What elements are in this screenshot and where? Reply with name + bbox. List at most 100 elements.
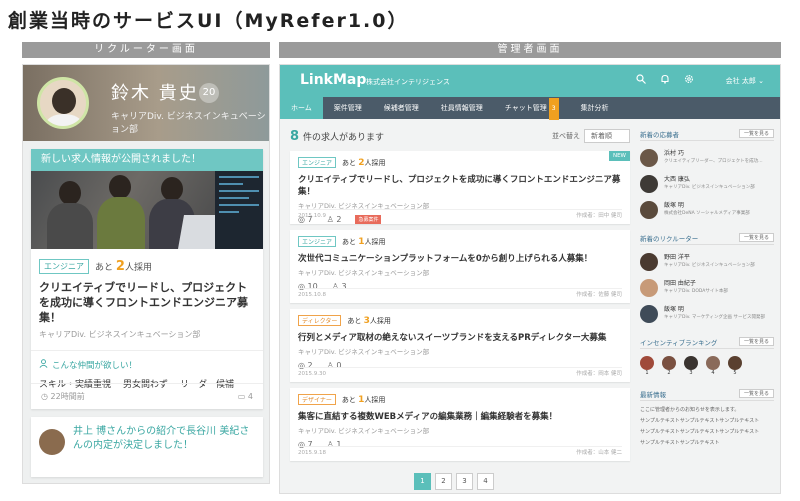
- referrals-stat: ♙ 3: [331, 282, 347, 291]
- views-stat: ◎ 10: [298, 282, 318, 291]
- person-icon: ♙: [326, 440, 334, 449]
- job-title[interactable]: クリエイティブでリードし、プロジェクトを成功に導くフロントエンドエンジニア募集！: [298, 173, 622, 197]
- notice-banner: 新しい求人情報が公開されました！: [31, 149, 263, 171]
- page-button[interactable]: 1: [414, 473, 431, 490]
- nav-employees[interactable]: 社員情報管理: [430, 97, 494, 119]
- recruiter-screen-label: リクルーター画面: [22, 42, 270, 58]
- nav-jobs[interactable]: 案件管理: [323, 97, 373, 119]
- gear-icon[interactable]: [684, 74, 694, 87]
- job-list-item[interactable]: ディレクター あと 3人採用 行列とメディア取材の絶えないスイーツブランドを支える…: [290, 309, 630, 382]
- view-all-button[interactable]: 一覧を見る: [738, 337, 774, 346]
- referral-count-badge: 20: [199, 83, 219, 103]
- job-list-item[interactable]: NEW エンジニア あと 2人採用 クリエイティブでリードし、プロジェクトを成功に…: [290, 151, 630, 224]
- avatar: [640, 305, 658, 323]
- avatar: [640, 201, 658, 219]
- search-icon[interactable]: [636, 74, 646, 87]
- person-item[interactable]: 大西 康弘 キャリアDiv. ビジネスインキュベーション部: [640, 171, 774, 197]
- person-icon: ♙: [326, 361, 334, 370]
- new-badge: NEW: [608, 151, 630, 161]
- person-item[interactable]: 飯塚 明キャリアDiv. マーケティング企画 サービス開発部: [640, 301, 774, 327]
- slide-title: 創業当時のサービスUI（MyRefer1.0）: [8, 10, 409, 32]
- nav-analytics[interactable]: 集計分析: [570, 97, 620, 119]
- view-all-button[interactable]: 一覧を見る: [738, 129, 774, 138]
- comment-count: 4: [247, 392, 253, 401]
- card-footer: ◷ 22時間前 ▭ 4: [31, 383, 263, 409]
- profile-header: 鈴木 貴史 20 キャリアDiv. ビジネスインキュベーション部: [23, 65, 269, 141]
- job-title[interactable]: 次世代コミュニケーションプラットフォームを0から創り上げられる人募集！: [298, 252, 622, 264]
- job-list-item[interactable]: デザイナー あと 1人採用 集客に直結する複数WEBメディアの編集業務｜編集経験者…: [290, 388, 630, 461]
- job-title[interactable]: 行列とメディア取材の絶えないスイーツブランドを支えるPRディレクター大募集: [298, 331, 622, 343]
- nav-home[interactable]: ホーム: [280, 97, 323, 119]
- avatar[interactable]: [37, 77, 89, 129]
- person-item[interactable]: 浜村 巧クリエイティブリーダー、プロジェクトを成功…: [640, 145, 774, 171]
- recruiter-screen: 鈴木 貴史 20 キャリアDiv. ビジネスインキュベーション部 新しい求人情報…: [22, 64, 270, 484]
- section-heading: インセンティブランキング: [640, 338, 718, 347]
- job-date: 2015.10.8: [298, 292, 326, 298]
- job-category-tag: エンジニア: [298, 236, 337, 247]
- view-all-button[interactable]: 一覧を見る: [738, 233, 774, 242]
- app-logo[interactable]: LinkMap: [300, 72, 366, 88]
- info-line[interactable]: サンプルテキストサンプルテキストサンプルテキスト: [640, 427, 774, 438]
- wanted-heading: こんな仲間が欲しい！: [52, 361, 138, 371]
- comments-button[interactable]: ▭ 4: [238, 392, 253, 401]
- company-name: 株式会社インテリジェンス: [366, 78, 450, 86]
- top-bar: LinkMap 株式会社インテリジェンス 会社 太郎 ⌄: [280, 65, 780, 97]
- person-item[interactable]: 野田 洋平 キャリアDiv. ビジネスインキュベーション部: [640, 249, 774, 275]
- page-button[interactable]: 3: [456, 473, 473, 490]
- info-line[interactable]: ここに管理者からのお知らせを表示します。: [640, 405, 774, 416]
- comment-icon: ▭: [237, 392, 246, 401]
- job-date: 2015.10.9: [298, 213, 326, 219]
- section-heading: 最新情報: [640, 390, 666, 399]
- job-author: 作成者：岡本 健司: [576, 371, 622, 377]
- job-title[interactable]: 集客に直結する複数WEBメディアの編集業務｜編集経験者を募集！: [298, 410, 622, 422]
- page-button[interactable]: 2: [435, 473, 452, 490]
- job-list-panel: 8 件の求人があります 並べ替え 新着順 NEW エンジニア あと 2人採用 クリエ…: [290, 127, 630, 461]
- job-title[interactable]: クリエイティブでリードし、プロジェクトを成功に導くフロントエンドエンジニア募集！: [31, 274, 263, 325]
- job-dept: キャリアDiv. ビジネスインキュベーション部: [298, 427, 430, 435]
- info-line[interactable]: サンプルテキストサンプルテキスト: [640, 438, 774, 449]
- avatar: [640, 149, 658, 167]
- section-heading: 新着のリクルーター: [640, 234, 699, 243]
- hire-count: あと 2人採用: [95, 259, 152, 274]
- person-item[interactable]: 飯塚 明株式会社DeNA ソーシャルメディア事業部: [640, 197, 774, 223]
- job-date: 2015.9.30: [298, 371, 326, 377]
- sidebar: 新着の応募者 一覧を見る 浜村 巧クリエイティブリーダー、プロジェクトを成功… 大…: [640, 127, 774, 457]
- chat-badge: 3: [548, 98, 559, 120]
- section-heading: 新着の応募者: [640, 130, 679, 139]
- nav-candidates[interactable]: 候補者管理: [373, 97, 430, 119]
- rank-item[interactable]: 3: [684, 356, 698, 376]
- job-category-tag: ディレクター: [298, 315, 342, 326]
- job-list-item[interactable]: エンジニア あと 1人採用 次世代コミュニケーションプラットフォームを0から創り上…: [290, 230, 630, 303]
- rank-item[interactable]: 5: [728, 356, 742, 376]
- job-card[interactable]: 新しい求人情報が公開されました！ エンジニア あと 2人採用 クリエイティブでリ…: [31, 149, 263, 409]
- avatar: [640, 279, 658, 297]
- nav-chat[interactable]: チャット管理 3: [494, 97, 570, 120]
- person-icon: [39, 359, 48, 371]
- chevron-down-icon: ⌄: [758, 77, 764, 85]
- job-dept: キャリアDiv. ビジネスインキュベーション部: [298, 348, 430, 356]
- admin-screen-label: 管理者画面: [279, 42, 781, 58]
- user-menu[interactable]: 会社 太郎 ⌄: [726, 76, 764, 86]
- avatar: [640, 175, 658, 193]
- urgent-badge: 急募案件: [355, 215, 382, 224]
- views-stat: ◎ 2: [298, 361, 313, 370]
- page-button[interactable]: 4: [477, 473, 494, 490]
- eye-icon: ◎: [298, 282, 305, 291]
- admin-screen: LinkMap 株式会社インテリジェンス 会社 太郎 ⌄ ホーム 案件管理 候補…: [279, 64, 781, 494]
- rank-item[interactable]: 2: [662, 356, 676, 376]
- job-date: 2015.9.18: [298, 450, 326, 456]
- eye-icon: ◎: [298, 361, 305, 370]
- new-applicants: 新着の応募者 一覧を見る 浜村 巧クリエイティブリーダー、プロジェクトを成功… 大…: [640, 127, 774, 223]
- info-line[interactable]: サンプルテキストサンプルテキストサンプルテキスト: [640, 416, 774, 427]
- pagination: 1 2 3 4: [414, 473, 494, 490]
- job-dept: キャリアDiv. ビジネスインキュベーション部: [39, 330, 201, 339]
- eye-icon: ◎: [298, 440, 305, 449]
- bell-icon[interactable]: [660, 74, 670, 87]
- sort-select[interactable]: 新着順: [584, 129, 630, 143]
- rank-item[interactable]: 1: [640, 356, 654, 376]
- news-card[interactable]: 井上 博さんからの紹介で長谷川 美紀さんの内定が決定しました！: [31, 417, 263, 477]
- person-item[interactable]: 岡田 由紀子 キャリアDiv. DODAサイト本部: [640, 275, 774, 301]
- views-stat: ◎ 7: [298, 440, 313, 449]
- rank-item[interactable]: 4: [706, 356, 720, 376]
- view-all-button[interactable]: 一覧を見る: [738, 389, 774, 398]
